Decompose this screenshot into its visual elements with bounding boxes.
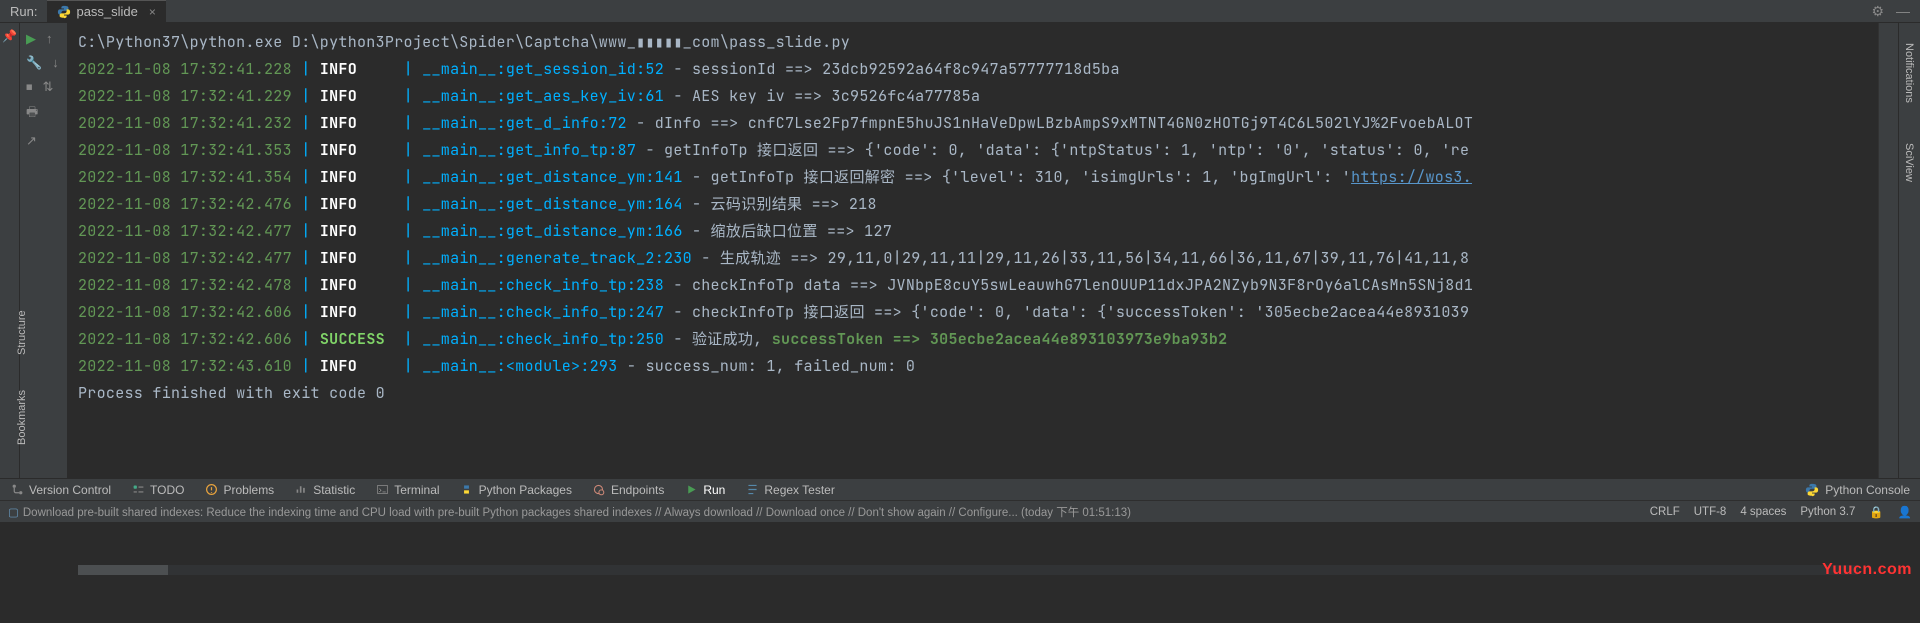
gear-icon[interactable]: ⚙ [1871, 3, 1884, 20]
run-label: Run: [0, 4, 47, 19]
tool-label: Version Control [29, 483, 111, 497]
tool-run[interactable]: Run [674, 483, 735, 497]
python-icon [57, 5, 71, 19]
status-python[interactable]: Python 3.7 [1800, 506, 1855, 518]
terminal-icon [375, 483, 389, 497]
log-line: 2022-11-08 17:32:41.228 | INFO | __main_… [78, 56, 1868, 83]
exit-icon[interactable]: ↗ [26, 133, 37, 149]
log-line: 2022-11-08 17:32:41.353 | INFO | __main_… [78, 137, 1868, 164]
problems-icon [205, 483, 219, 497]
log-line: 2022-11-08 17:32:42.478 | INFO | __main_… [78, 272, 1868, 299]
status-spaces[interactable]: 4 spaces [1740, 506, 1786, 518]
vcs-icon [10, 483, 24, 497]
tool-problems[interactable]: Problems [195, 483, 285, 497]
stop-icon[interactable]: ⏹ [26, 79, 33, 95]
tool-label: Python Packages [479, 483, 572, 497]
console-scrollarea-edge [1878, 23, 1898, 478]
status-info-icon[interactable]: ▢ [8, 505, 19, 519]
status-bar: ▢ Download pre-built shared indexes: Red… [0, 500, 1920, 522]
tool-terminal[interactable]: Terminal [365, 483, 449, 497]
python-console-icon [1805, 483, 1819, 497]
tool-todo[interactable]: TODO [121, 483, 194, 497]
log-line: 2022-11-08 17:32:43.610 | INFO | __main_… [78, 353, 1868, 380]
close-icon[interactable]: × [143, 5, 156, 19]
log-line: 2022-11-08 17:32:41.232 | INFO | __main_… [78, 110, 1868, 137]
sidebar-notifications[interactable]: Notifications [1903, 43, 1915, 103]
log-line: 2022-11-08 17:32:42.606 | SUCCESS | __ma… [78, 326, 1868, 353]
sidebar-structure[interactable]: Structure [16, 310, 28, 355]
tool-label: Statistic [313, 483, 355, 497]
tool-label: Terminal [394, 483, 439, 497]
sidebar-sciview[interactable]: SciView [1903, 143, 1915, 182]
regex-icon [745, 483, 759, 497]
bottom-toolwindow-bar: Version Control TODO Problems Statistic … [0, 478, 1920, 500]
right-toolwindow-stripe: Notifications SciView [1898, 23, 1920, 478]
pin-icon[interactable]: 📌 [2, 29, 17, 43]
run-tab-pass-slide[interactable]: pass_slide × [47, 0, 165, 23]
rerun-icon[interactable]: ▶ [26, 31, 36, 47]
status-message[interactable]: Download pre-built shared indexes: Reduc… [23, 504, 1131, 520]
log-line: 2022-11-08 17:32:41.354 | INFO | __main_… [78, 164, 1868, 191]
status-readonly-icon[interactable]: 🔒 [1869, 505, 1883, 519]
scrollbar-thumb[interactable] [78, 565, 168, 575]
log-line: 2022-11-08 17:32:41.229 | INFO | __main_… [78, 83, 1868, 110]
minimize-icon[interactable]: — [1896, 3, 1910, 20]
softwrap-icon[interactable]: ⇅ [43, 79, 54, 95]
status-encoding[interactable]: UTF-8 [1694, 506, 1727, 518]
log-line: 2022-11-08 17:32:42.606 | INFO | __main_… [78, 299, 1868, 326]
todo-icon [131, 483, 145, 497]
down-icon[interactable]: ↓ [52, 55, 59, 71]
horizontal-scrollbar[interactable] [78, 565, 1858, 575]
tab-title: pass_slide [76, 4, 137, 19]
python-packages-icon [460, 483, 474, 497]
wrench-icon[interactable]: 🔧 [26, 55, 42, 71]
tool-label: Problems [224, 483, 275, 497]
run-tab-bar: Run: pass_slide × ⚙ — [0, 0, 1920, 23]
tool-version-control[interactable]: Version Control [0, 483, 121, 497]
log-line: 2022-11-08 17:32:42.476 | INFO | __main_… [78, 191, 1868, 218]
up-icon[interactable]: ↑ [46, 31, 53, 47]
tool-endpoints[interactable]: Endpoints [582, 483, 674, 497]
log-line: 2022-11-08 17:32:42.477 | INFO | __main_… [78, 245, 1868, 272]
tool-label: Regex Tester [764, 483, 834, 497]
tool-label: TODO [150, 483, 184, 497]
console-output[interactable]: C:\Python37\python.exe D:\python3Project… [68, 23, 1878, 478]
tool-statistic[interactable]: Statistic [284, 483, 365, 497]
log-line: 2022-11-08 17:32:42.477 | INFO | __main_… [78, 218, 1868, 245]
status-man-icon[interactable]: 👤 [1898, 505, 1912, 519]
status-crlf[interactable]: CRLF [1650, 506, 1680, 518]
print-icon[interactable]: 🖶 [26, 103, 38, 125]
left-toolwindow-stripe: 📌 Bookmarks Structure [0, 23, 20, 478]
tool-python-packages[interactable]: Python Packages [450, 483, 582, 497]
run-icon [684, 483, 698, 497]
statistic-icon [294, 483, 308, 497]
tool-label: Run [703, 483, 725, 497]
endpoints-icon [592, 483, 606, 497]
tool-label: Endpoints [611, 483, 664, 497]
tool-regex-tester[interactable]: Regex Tester [735, 483, 844, 497]
sidebar-bookmarks[interactable]: Bookmarks [16, 390, 28, 445]
tool-python-console[interactable]: Python Console [1825, 483, 1910, 497]
